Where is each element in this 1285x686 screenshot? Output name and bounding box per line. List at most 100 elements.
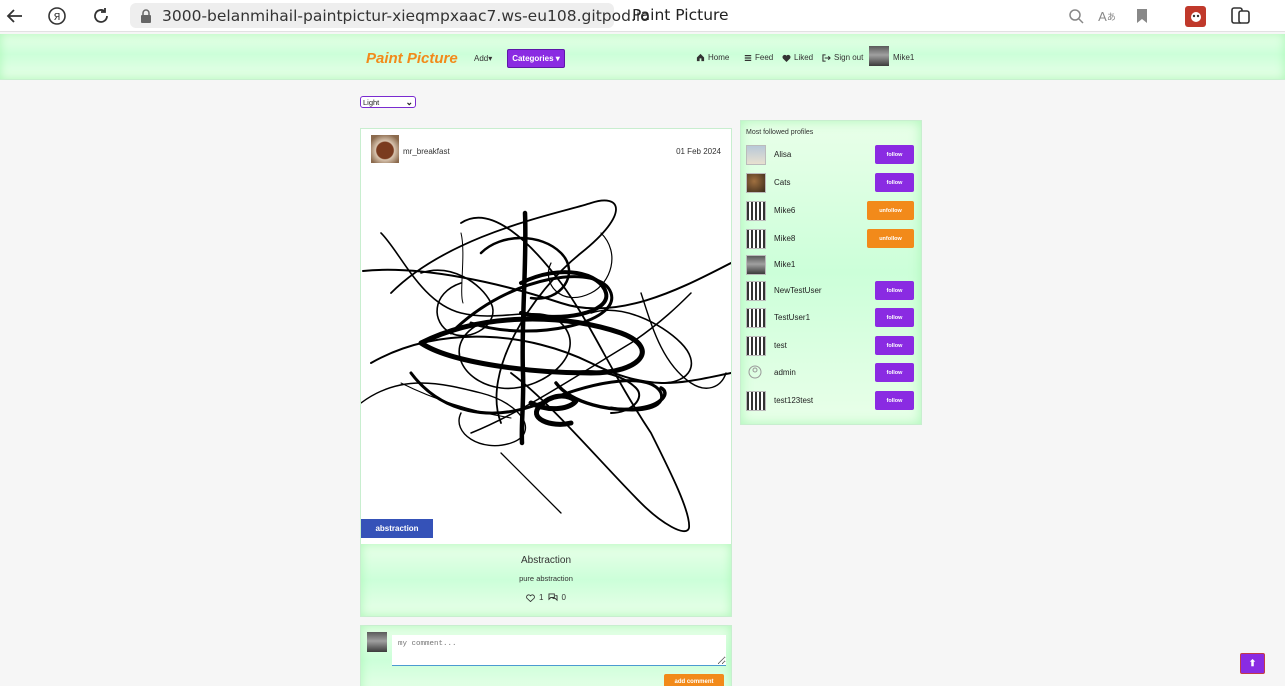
post-description: pure abstraction: [519, 574, 573, 583]
profile-name[interactable]: NewTestUser: [774, 286, 822, 295]
nav-feed-label: Feed: [755, 53, 774, 62]
follow-button[interactable]: follow: [875, 336, 914, 355]
post-footer: Abstraction pure abstraction 1 0: [361, 544, 731, 616]
profile-name[interactable]: Mike8: [774, 234, 795, 243]
avatar[interactable]: [371, 135, 399, 163]
comment-form: add comment: [360, 625, 732, 686]
post-title: Abstraction: [520, 555, 572, 566]
heart-icon: [782, 54, 791, 62]
comment-icon[interactable]: [548, 593, 558, 602]
post-image[interactable]: abstraction: [361, 173, 731, 544]
profile-row: TestUser1 follow: [746, 307, 916, 329]
search-icon[interactable]: [1066, 6, 1086, 26]
theme-selected: Light: [363, 97, 380, 107]
avatar[interactable]: [746, 229, 766, 249]
avatar[interactable]: [746, 308, 766, 328]
avatar[interactable]: [746, 255, 766, 275]
profile-row: NewTestUser follow: [746, 280, 916, 302]
avatar[interactable]: [746, 336, 766, 356]
add-dropdown[interactable]: Add▾: [474, 54, 492, 63]
reload-icon[interactable]: [91, 6, 111, 26]
comment-input[interactable]: [392, 635, 726, 666]
profile-name[interactable]: Mike1: [774, 260, 795, 269]
follow-button[interactable]: follow: [875, 363, 914, 382]
categories-dropdown[interactable]: Categories ▾: [507, 49, 565, 68]
theme-select[interactable]: Light ⌄: [360, 96, 416, 108]
add-label: Add: [474, 54, 489, 63]
tab-title: Paint Picture: [632, 6, 729, 24]
home-icon: [696, 53, 705, 62]
app-navbar: Paint Picture Add▾ Categories ▾ Home Fee…: [0, 34, 1285, 80]
profile-name[interactable]: Mike6: [774, 206, 795, 215]
categories-label: Categories: [512, 54, 554, 63]
nav-sign-out[interactable]: Sign out: [822, 53, 863, 62]
brand-logo[interactable]: Paint Picture: [366, 50, 458, 67]
avatar[interactable]: [746, 391, 766, 411]
post-date: 01 Feb 2024: [676, 147, 721, 156]
unfollow-button[interactable]: unfollow: [867, 201, 914, 220]
scroll-top-button[interactable]: ⬆: [1240, 653, 1265, 674]
profile-row: Mike6 unfollow: [746, 200, 916, 222]
follow-button[interactable]: follow: [875, 308, 914, 327]
profile-name[interactable]: TestUser1: [774, 313, 810, 322]
profile-row: test123test follow: [746, 390, 916, 412]
chevron-down-icon: ⌄: [405, 96, 413, 107]
address-bar[interactable]: 3000-belanmihail-paintpictur-xieqmpxaac7…: [130, 3, 650, 28]
profile-name[interactable]: test: [774, 341, 787, 350]
avatar[interactable]: [367, 632, 387, 652]
default-avatar-icon[interactable]: [746, 363, 766, 383]
profile-name[interactable]: admin: [774, 368, 796, 377]
profile-name[interactable]: Cats: [774, 178, 790, 187]
back-icon[interactable]: [5, 6, 25, 26]
profile-row: Cats follow: [746, 172, 916, 194]
nav-username[interactable]: Mike1: [893, 53, 914, 62]
follow-button[interactable]: follow: [875, 173, 914, 192]
profile-row: Alisa follow: [746, 144, 916, 166]
heart-icon[interactable]: [526, 593, 535, 602]
follow-button[interactable]: follow: [875, 281, 914, 300]
url-text: 3000-belanmihail-paintpictur-xieqmpxaac7…: [162, 6, 650, 25]
avatar[interactable]: [746, 173, 766, 193]
post-card: mr_breakfast 01 Feb 2024 abstraction Abs…: [360, 128, 732, 617]
post-header: mr_breakfast 01 Feb 2024: [361, 129, 731, 173]
comments-count: 0: [561, 593, 566, 602]
caret-down-icon: ▾: [553, 54, 560, 63]
follow-button[interactable]: follow: [875, 391, 914, 410]
nav-liked-label: Liked: [794, 53, 814, 62]
avatar[interactable]: [746, 281, 766, 301]
profile-name[interactable]: Alisa: [774, 150, 791, 159]
profile-icon[interactable]: [1231, 6, 1251, 26]
nav-home[interactable]: Home: [696, 53, 729, 62]
post-author[interactable]: mr_breakfast: [403, 147, 450, 156]
profile-row: test follow: [746, 335, 916, 357]
profile-row: Mike8 unfollow: [746, 228, 916, 250]
add-comment-button[interactable]: add comment: [664, 674, 724, 686]
bookmark-icon[interactable]: [1132, 6, 1152, 26]
unfollow-button[interactable]: unfollow: [867, 229, 914, 248]
nav-sign-out-label: Sign out: [834, 53, 864, 62]
post-stats: 1 0: [361, 593, 731, 602]
follow-button[interactable]: follow: [875, 145, 914, 164]
profile-row: Mike1: [746, 254, 916, 276]
tag-badge[interactable]: abstraction: [361, 519, 433, 538]
translate-icon[interactable]: Aあ: [1097, 6, 1117, 26]
lock-icon: [136, 6, 156, 26]
avatar[interactable]: [746, 201, 766, 221]
likes-count: 1: [539, 593, 544, 602]
caret-down-icon: ▾: [488, 54, 493, 63]
svg-text:Я: Я: [54, 12, 61, 23]
avatar[interactable]: [746, 145, 766, 165]
profiles-title: Most followed profiles: [746, 129, 814, 136]
profile-name[interactable]: test123test: [774, 396, 813, 405]
extension-icon[interactable]: [1185, 6, 1206, 27]
profile-row: admin follow: [746, 362, 916, 384]
scribble-drawing: [361, 199, 731, 533]
yandex-icon[interactable]: Я: [47, 6, 67, 26]
nav-liked[interactable]: Liked: [782, 53, 813, 62]
avatar[interactable]: [869, 46, 889, 66]
nav-home-label: Home: [708, 53, 730, 62]
most-followed-profiles: Most followed profiles Alisa follow Cats…: [740, 120, 922, 425]
nav-feed[interactable]: Feed: [744, 53, 773, 62]
sign-out-icon: [822, 53, 831, 62]
arrow-up-icon: ⬆: [1248, 658, 1257, 668]
